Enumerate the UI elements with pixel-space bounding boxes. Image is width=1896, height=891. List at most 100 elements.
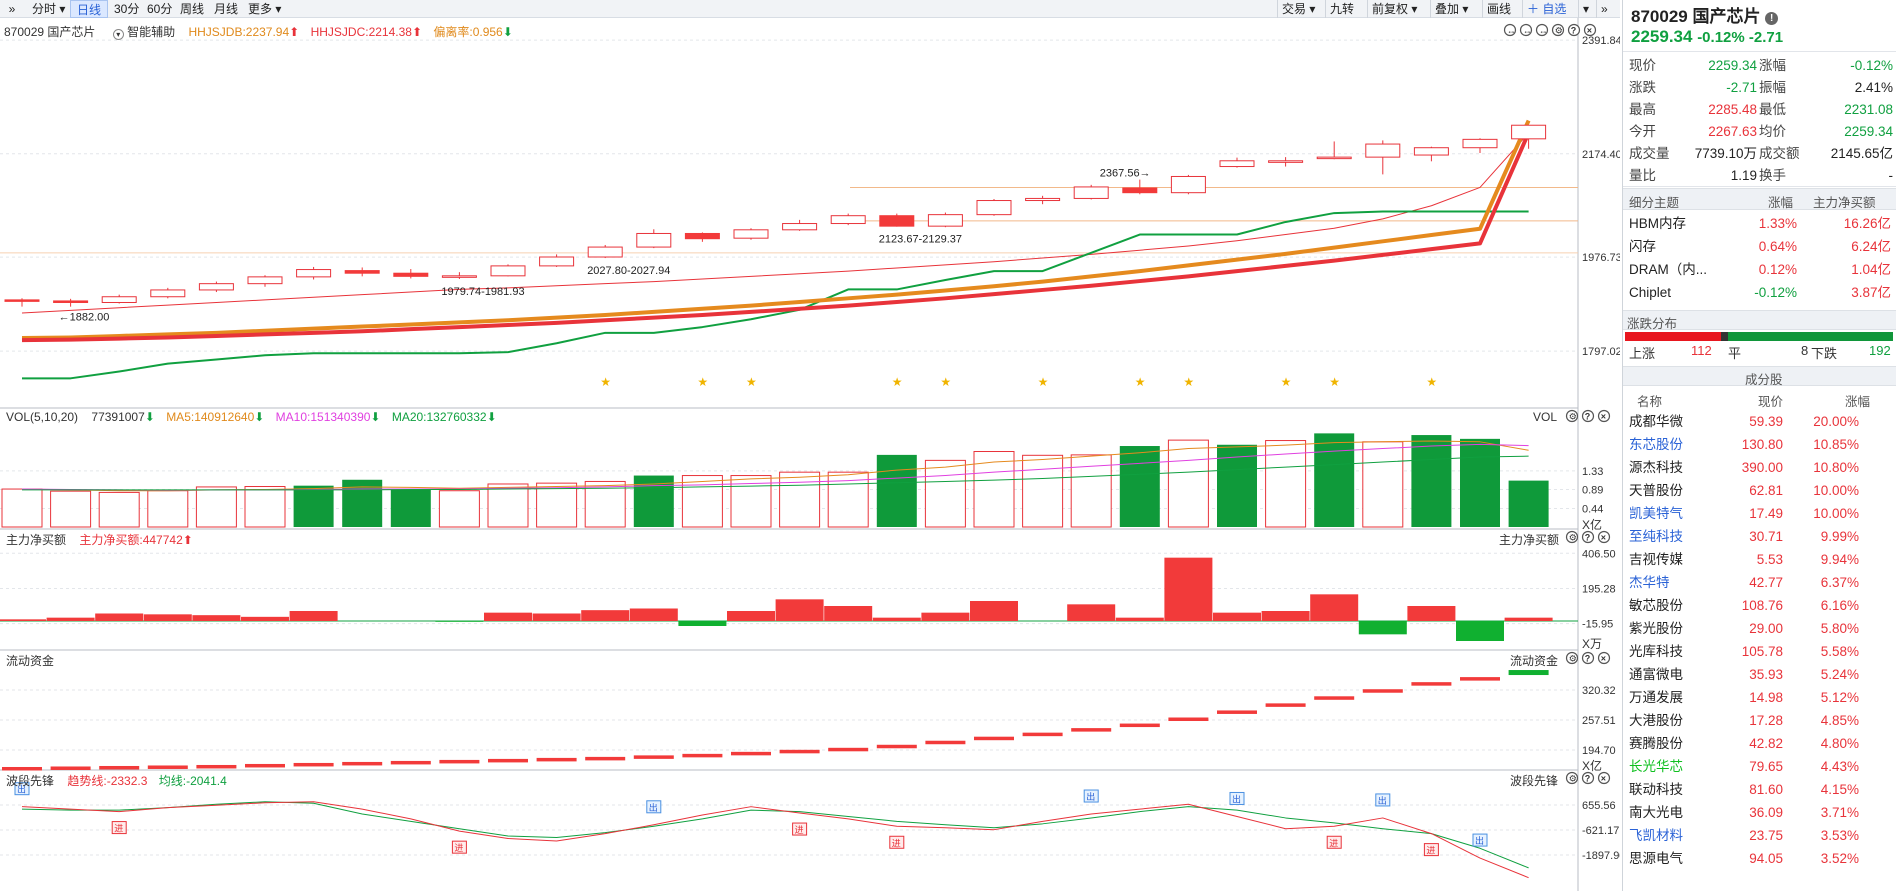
constituent-row[interactable]: 万通发展 14.98 5.12%	[1623, 686, 1896, 709]
tab-30min[interactable]: 30分	[110, 0, 143, 18]
flat-count: 8	[1801, 343, 1809, 358]
candle-down	[393, 272, 429, 277]
net-sell-bar	[1456, 621, 1504, 641]
subtheme-row[interactable]: DRAM（内... 0.12% 1.04亿	[1623, 258, 1896, 281]
settings-icon[interactable]: ⚙	[1565, 409, 1579, 423]
constituent-row[interactable]: 南大光电 36.09 3.71%	[1623, 801, 1896, 824]
candle-up	[1413, 147, 1449, 156]
info-icon[interactable]: !	[1765, 12, 1779, 25]
net-buy-area	[0, 557, 1578, 641]
price-axis-label: 2391.84	[1582, 35, 1620, 47]
constituent-row[interactable]: 敏芯股份 108.76 6.16%	[1623, 594, 1896, 617]
volume-bar-up	[1167, 439, 1209, 528]
watchlist-button[interactable]: ＋ 自选	[1522, 0, 1570, 18]
constituent-row[interactable]: 至纯科技 30.71 9.99%	[1623, 525, 1896, 548]
constituent-row[interactable]: 吉视传媒 5.53 9.94%	[1623, 548, 1896, 571]
adjust-button[interactable]: 前复权 ▾	[1367, 0, 1421, 18]
swap-icon[interactable]: ↔	[1503, 23, 1517, 37]
constituent-row[interactable]: 通富微电 35.93 5.24%	[1623, 663, 1896, 686]
buy-signal-label: 进	[114, 824, 123, 834]
constituent-row[interactable]: 光库科技 105.78 5.58%	[1623, 640, 1896, 663]
btn-label: 叠加	[1435, 2, 1460, 16]
watchlist-dropdown-icon[interactable]: ▾	[1578, 0, 1593, 18]
volume-bar-down	[293, 485, 334, 527]
tab-weekly[interactable]: 周线	[176, 0, 208, 18]
expand-icon[interactable]: »	[4, 0, 20, 18]
settings-icon[interactable]: ⚙	[1565, 651, 1579, 665]
tab-more[interactable]: 更多 ▾	[244, 0, 285, 18]
collapse-icon[interactable]: »	[1596, 0, 1612, 18]
net-sell-bar	[435, 621, 484, 622]
help-icon[interactable]: ?	[1567, 23, 1581, 37]
constituent-row[interactable]: 大港股份 17.28 4.85%	[1623, 709, 1896, 732]
candle-up	[1025, 197, 1061, 202]
flow-mark	[633, 755, 674, 759]
tab-monthly[interactable]: 月线	[210, 0, 242, 18]
close-icon[interactable]: ×	[1597, 530, 1611, 544]
jiuzhuan-button[interactable]: 九转	[1325, 0, 1358, 18]
tab-daily[interactable]: 日线	[70, 0, 109, 18]
tab-fenshi[interactable]: 分时 ▾	[28, 0, 69, 18]
candle-up	[1170, 175, 1206, 194]
flow-mark	[1508, 670, 1549, 676]
zoom-in-icon[interactable]: ↔	[1519, 23, 1533, 37]
subtheme-pct: 0.12%	[1758, 262, 1797, 277]
constituent-row[interactable]: 长光华芯 79.65 4.43%	[1623, 755, 1896, 778]
constituent-row[interactable]: 杰华特 42.77 6.37%	[1623, 571, 1896, 594]
constituent-row[interactable]: 紫光股份 29.00 5.80%	[1623, 617, 1896, 640]
volume-bar-down	[1508, 480, 1549, 527]
stock-name: 凯美特气	[1629, 506, 1683, 521]
close-icon[interactable]: ×	[1583, 23, 1597, 37]
wave-axis-label: 655.56	[1582, 800, 1616, 812]
help-icon[interactable]: ?	[1581, 651, 1595, 665]
candle-up	[1365, 143, 1401, 158]
arrow-down-icon: ⬇	[370, 410, 381, 424]
settings-icon[interactable]: ⚙	[1565, 771, 1579, 785]
help-icon[interactable]: ?	[1581, 530, 1595, 544]
net-buy-bar	[727, 611, 775, 621]
settings-icon[interactable]: ⚙	[1565, 530, 1579, 544]
overlay-button[interactable]: 叠加 ▾	[1430, 0, 1472, 18]
kline-chart[interactable]: 2391.84 2174.40 1976.73 1797.02 1.33 0.89 0.44…	[0, 18, 1620, 891]
assist-toggle-icon[interactable]: ▾	[112, 29, 124, 40]
assist-label[interactable]: 智能辅助	[127, 25, 175, 39]
star-signal-icon: ★	[1329, 375, 1340, 389]
indicator-hhjsjdb: HHJSJDB:2237.94	[188, 25, 290, 39]
stock-price: 17.28	[1749, 713, 1783, 728]
constituent-row[interactable]: 凯美特气 17.49 10.00%	[1623, 502, 1896, 525]
close-icon[interactable]: ×	[1597, 771, 1611, 785]
constituent-row[interactable]: 飞凯材料 23.75 3.53%	[1623, 824, 1896, 847]
help-icon[interactable]: ?	[1581, 771, 1595, 785]
subtheme-row[interactable]: HBM内存 1.33% 16.26亿	[1623, 212, 1896, 235]
constituent-row[interactable]: 思源电气 94.05 3.52%	[1623, 847, 1896, 870]
constituent-row[interactable]: 成都华微 59.39 20.00%	[1623, 410, 1896, 433]
stock-price: 14.98	[1749, 690, 1783, 705]
constituent-row[interactable]: 东芯股份 130.80 10.85%	[1623, 433, 1896, 456]
subtheme-net: 6.24亿	[1851, 239, 1891, 254]
stock-name: 南大光电	[1629, 805, 1683, 820]
stock-price: 81.60	[1749, 782, 1783, 797]
draw-button[interactable]: 画线	[1482, 0, 1515, 18]
wave-trend-line	[21, 801, 1529, 879]
tab-60min[interactable]: 60分	[143, 0, 176, 18]
trade-button[interactable]: 交易 ▾	[1277, 0, 1319, 18]
constituent-row[interactable]: 源杰科技 390.00 10.80%	[1623, 456, 1896, 479]
subtheme-row[interactable]: Chiplet -0.12% 3.87亿	[1623, 281, 1896, 304]
stat-label: 均价	[1759, 124, 1786, 139]
btn-label: 前复权	[1372, 2, 1409, 16]
star-signal-icon: ★	[697, 375, 708, 389]
settings-icon[interactable]: ⚙	[1551, 23, 1565, 37]
constituent-row[interactable]: 天普股份 62.81 10.00%	[1623, 479, 1896, 502]
period-toolbar: » 分时 ▾ 日线 30分 60分 周线 月线 更多 ▾ 交易 ▾ 九转 前复权…	[0, 0, 1620, 18]
close-icon[interactable]: ×	[1597, 651, 1611, 665]
net-buy-bar	[872, 617, 921, 621]
constituent-row[interactable]: 联动科技 81.60 4.15%	[1623, 778, 1896, 801]
arrow-up-icon: ⬆	[289, 25, 300, 39]
volume-bar-down	[1460, 438, 1500, 527]
close-icon[interactable]: ×	[1597, 409, 1611, 423]
subtheme-row[interactable]: 闪存 0.64% 6.24亿	[1623, 235, 1896, 258]
help-icon[interactable]: ?	[1581, 409, 1595, 423]
zoom-out-icon[interactable]: ↔	[1535, 23, 1549, 37]
constituent-row[interactable]: 赛腾股份 42.82 4.80%	[1623, 732, 1896, 755]
net-buy-bar	[824, 606, 873, 621]
